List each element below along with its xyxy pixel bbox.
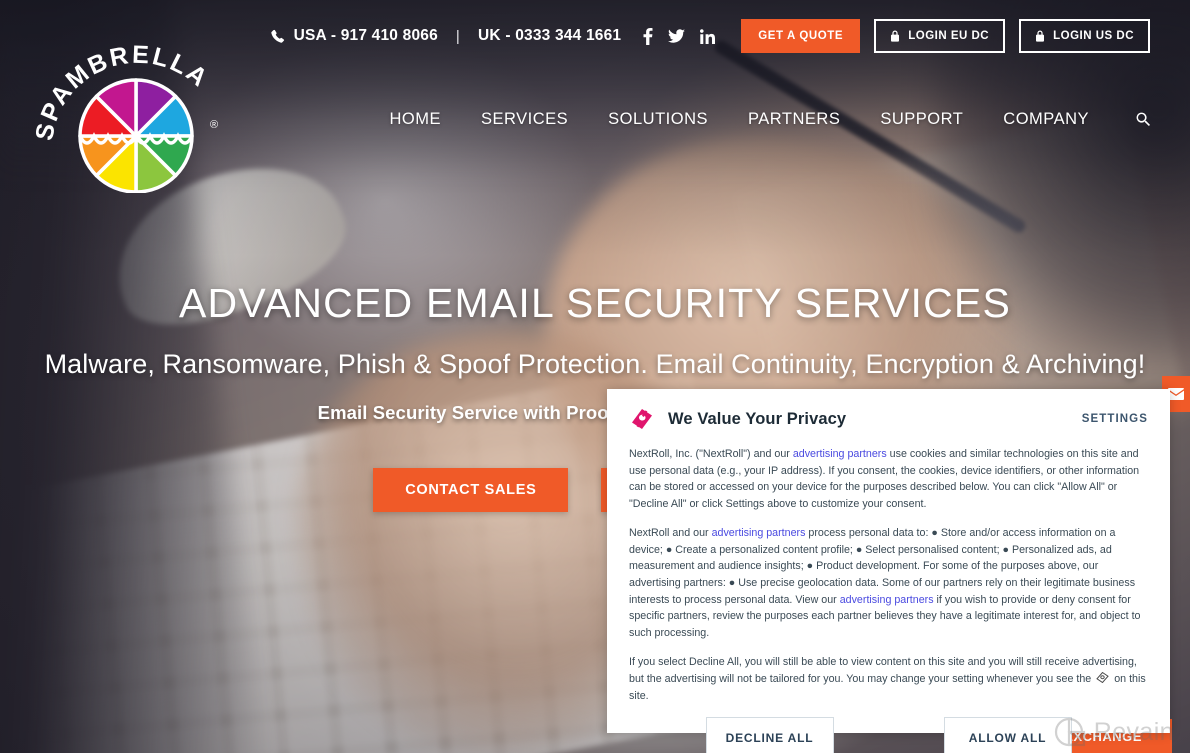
- facebook-icon[interactable]: [643, 27, 653, 45]
- cookie-consent-dialog: We Value Your Privacy SETTINGS NextRoll,…: [607, 389, 1170, 753]
- lock-icon: [890, 30, 900, 42]
- site-logo[interactable]: SPAMBRELLA ®: [34, 18, 234, 193]
- usa-phone-number[interactable]: USA - 917 410 8066: [294, 27, 438, 45]
- advertising-partners-link[interactable]: advertising partners: [840, 594, 934, 606]
- phone-divider: |: [455, 27, 461, 45]
- allow-all-button[interactable]: ALLOW ALL: [943, 717, 1072, 753]
- decline-all-button[interactable]: DECLINE ALL: [705, 717, 834, 753]
- nav-item-support[interactable]: SUPPORT: [860, 110, 983, 129]
- social-links: [643, 27, 716, 45]
- umbrella-logo-icon: [78, 78, 194, 193]
- advertising-partners-link[interactable]: advertising partners: [712, 527, 806, 539]
- nav-item-home[interactable]: HOME: [369, 110, 461, 129]
- nav-item-solutions[interactable]: SOLUTIONS: [588, 110, 728, 129]
- contact-sales-button[interactable]: CONTACT SALES: [373, 468, 569, 512]
- cookie-dialog-title: We Value Your Privacy: [668, 409, 847, 428]
- page-root: SPAMBRELLA ®: [0, 0, 1190, 753]
- get-a-quote-button[interactable]: GET A QUOTE: [741, 19, 861, 53]
- login-us-dc-button[interactable]: LOGIN US DC: [1019, 19, 1150, 53]
- twitter-icon[interactable]: [668, 29, 686, 43]
- page-title: ADVANCED EMAIL SECURITY SERVICES: [178, 280, 1012, 326]
- login-eu-dc-label: LOGIN EU DC: [908, 30, 990, 42]
- cookie-dialog-header: We Value Your Privacy SETTINGS: [629, 406, 1148, 432]
- cookie-dialog-body: NextRoll, Inc. ("NextRoll") and our adve…: [629, 446, 1148, 717]
- nav-item-services[interactable]: SERVICES: [461, 110, 588, 129]
- cookie-settings-link[interactable]: SETTINGS: [1082, 413, 1148, 425]
- uk-phone-number[interactable]: UK - 0333 344 1661: [478, 27, 621, 45]
- cookie-dialog-actions: DECLINE ALL ALLOW ALL: [629, 717, 1148, 753]
- envelope-icon: [1168, 388, 1184, 400]
- lock-icon: [1035, 30, 1045, 42]
- cookie-p2-text-a: NextRoll and our: [629, 527, 712, 540]
- cookie-p3-text-a: If you select Decline All, you will stil…: [629, 656, 1137, 685]
- cookie-paragraph-3: If you select Decline All, you will stil…: [629, 654, 1148, 704]
- search-icon[interactable]: [1135, 111, 1152, 128]
- nextroll-inline-icon: [1096, 671, 1109, 683]
- phone-icon: [270, 29, 285, 44]
- cookie-paragraph-2: NextRoll and our advertising partners pr…: [629, 525, 1148, 641]
- nav-item-company[interactable]: COMPANY: [983, 110, 1109, 129]
- login-us-dc-label: LOGIN US DC: [1053, 30, 1134, 42]
- cookie-p1-text-a: NextRoll, Inc. ("NextRoll") and our: [629, 448, 793, 460]
- nav-item-partners[interactable]: PARTNERS: [728, 110, 860, 129]
- phone-numbers: USA - 917 410 8066 | UK - 0333 344 1661: [270, 27, 622, 45]
- hero-subheadline: Malware, Ransomware, Phish & Spoof Prote…: [44, 349, 1146, 380]
- login-eu-dc-button[interactable]: LOGIN EU DC: [874, 19, 1006, 53]
- linkedin-icon[interactable]: [700, 28, 716, 44]
- nextroll-logo-icon: [629, 406, 655, 432]
- advertising-partners-link[interactable]: advertising partners: [793, 448, 887, 460]
- logo-registered-mark: ®: [210, 119, 218, 131]
- cookie-paragraph-1: NextRoll, Inc. ("NextRoll") and our adve…: [629, 446, 1148, 512]
